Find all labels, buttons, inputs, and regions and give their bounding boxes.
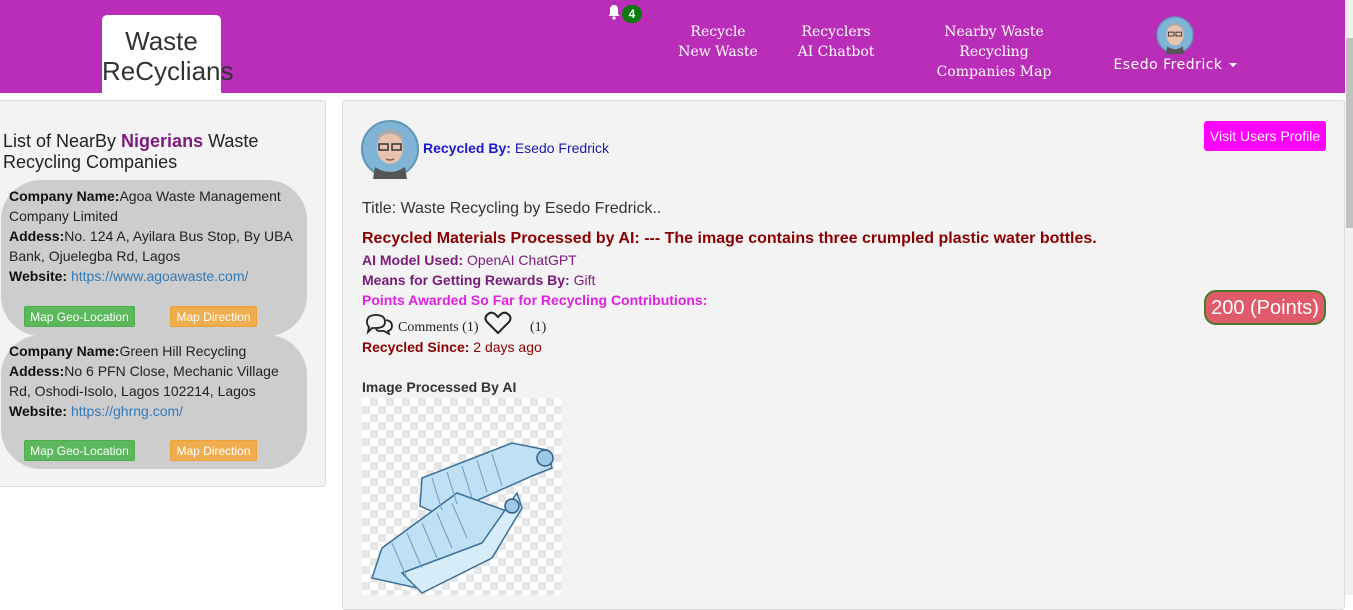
nav-label-line1: Nearby Waste Recycling <box>944 24 1044 60</box>
map-geo-location-button[interactable]: Map Geo-Location <box>24 306 135 327</box>
ai-model-label: AI Model Used: <box>362 252 464 268</box>
company-website-link[interactable]: https://www.agoawaste.com/ <box>71 268 248 284</box>
caret-down-icon <box>1228 63 1237 67</box>
notification-badge: 4 <box>622 5 642 23</box>
company-details: Company Name:Green Hill Recycling Addess… <box>9 341 301 421</box>
company-name: Green Hill Recycling <box>119 343 247 359</box>
post-title: Title: Waste Recycling by Esedo Fredrick… <box>362 200 662 217</box>
nearby-companies-panel: List of NearBy Nigerians Waste Recycling… <box>0 100 326 487</box>
nav-ai-chatbot[interactable]: Recyclers AI Chatbot <box>790 22 882 62</box>
nav-label-line2: AI Chatbot <box>797 44 875 60</box>
map-direction-button[interactable]: Map Direction <box>170 440 257 461</box>
companies-list-title: List of NearBy Nigerians Waste Recycling… <box>3 131 313 173</box>
likes-count: (1) <box>530 320 547 335</box>
image-processed-label: Image Processed By AI <box>362 379 517 395</box>
recycled-by-name: Esedo Fredrick <box>514 140 609 156</box>
scrollbar-thumb[interactable] <box>1346 38 1353 228</box>
company-address-label: Addess: <box>9 228 65 244</box>
logo-line-1: Waste <box>125 26 198 56</box>
nav-label-line1: Recyclers <box>801 24 871 40</box>
company-address-label: Addess: <box>9 363 65 379</box>
company-name-label: Company Name: <box>9 188 120 204</box>
company-card: Company Name:Agoa Waste Management Compa… <box>1 180 307 336</box>
company-card: Company Name:Green Hill Recycling Addess… <box>1 335 307 469</box>
title-highlight: Nigerians <box>121 131 204 151</box>
plastic-bottles-illustration <box>371 442 554 594</box>
company-website-label: Website: <box>9 268 68 284</box>
company-website-link[interactable]: https://ghrng.com/ <box>71 403 183 419</box>
map-geo-location-button[interactable]: Map Geo-Location <box>24 440 135 461</box>
recycled-by: Recycled By: Esedo Fredrick <box>423 140 609 156</box>
nav-label-line2: New Waste <box>678 44 758 60</box>
user-name-label: Esedo Fredrick <box>1113 57 1223 73</box>
reward-means: Means for Getting Rewards By: Gift <box>362 272 595 288</box>
comments-icon[interactable] <box>364 313 394 335</box>
user-menu-toggle[interactable]: Esedo Fredrick <box>1100 57 1250 73</box>
nav-recycle-new-waste[interactable]: Recycle New Waste <box>672 22 764 62</box>
user-avatar[interactable] <box>1156 16 1194 54</box>
bell-icon[interactable] <box>606 4 622 20</box>
ai-processed-description: Recycled Materials Processed by AI: --- … <box>362 230 1097 247</box>
company-website-label: Website: <box>9 403 68 419</box>
app-logo[interactable]: Waste ReCyclians <box>102 15 234 93</box>
recycled-since-value: 2 days ago <box>473 339 542 355</box>
reward-means-value: Gift <box>573 272 596 288</box>
comments-link[interactable]: Comments (1) <box>398 320 479 336</box>
processed-waste-image <box>362 398 561 595</box>
map-direction-button[interactable]: Map Direction <box>170 306 257 327</box>
ai-model-value: OpenAI ChatGPT <box>467 252 577 268</box>
nav-label-line1: Recycle <box>690 24 746 40</box>
visit-users-profile-button[interactable]: Visit Users Profile <box>1204 121 1326 151</box>
company-details: Company Name:Agoa Waste Management Compa… <box>9 186 301 286</box>
nav-label-line2: Companies Map <box>936 64 1052 80</box>
reward-means-label: Means for Getting Rewards By: <box>362 272 570 288</box>
poster-avatar[interactable] <box>361 119 419 179</box>
points-badge: 200 (Points) <box>1204 290 1326 325</box>
recycled-since-label: Recycled Since: <box>362 339 470 355</box>
recycled-by-label: Recycled By: <box>423 140 511 156</box>
logo-line-2: ReCyclians <box>102 56 234 86</box>
nav-companies-map[interactable]: Nearby Waste Recycling Companies Map <box>908 22 1080 82</box>
points-awarded-label: Points Awarded So Far for Recycling Cont… <box>362 292 708 308</box>
heart-icon[interactable] <box>484 311 512 335</box>
ai-model-used: AI Model Used: OpenAI ChatGPT <box>362 252 577 268</box>
company-name-label: Company Name: <box>9 343 120 359</box>
title-prefix: List of NearBy <box>3 131 122 151</box>
recycled-since: Recycled Since: 2 days ago <box>362 339 542 355</box>
